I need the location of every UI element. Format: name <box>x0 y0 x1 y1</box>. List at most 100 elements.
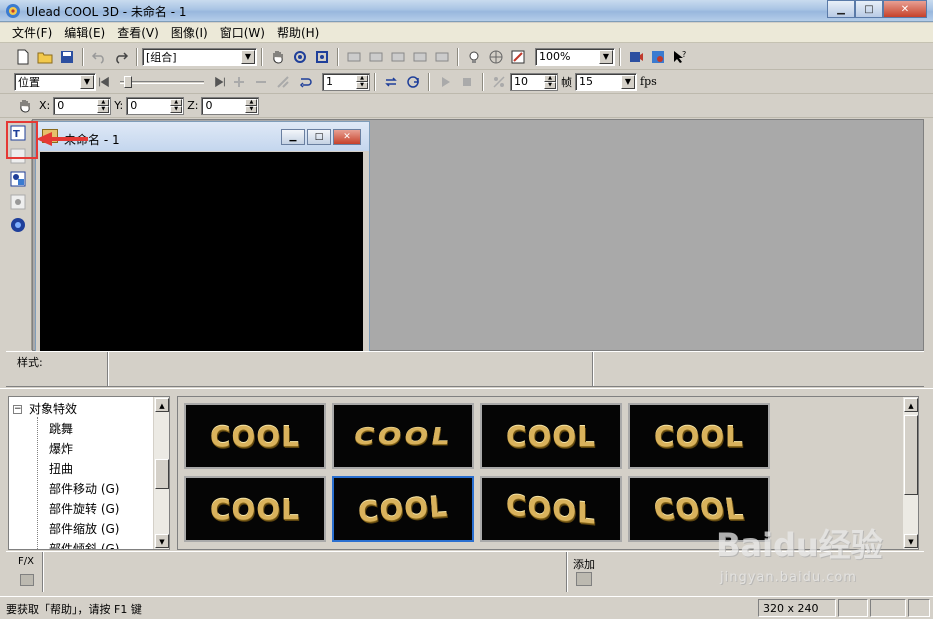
fps-label: fps <box>640 75 657 88</box>
lathe-object-icon[interactable] <box>8 215 28 235</box>
attribute-select[interactable]: 位置 ▼ <box>14 72 96 91</box>
smooth-motion-icon[interactable] <box>489 72 509 92</box>
geometry-edit-icon[interactable] <box>8 192 28 212</box>
tree-item[interactable]: 部件移动 (G) <box>49 480 119 497</box>
scroll-up-icon[interactable]: ▲ <box>155 398 169 412</box>
menu-view[interactable]: 查看(V) <box>111 24 165 41</box>
tree-item[interactable]: 部件缩放 (G) <box>49 520 119 537</box>
layer-icon-1[interactable] <box>344 47 364 67</box>
hand-icon[interactable] <box>268 47 288 67</box>
layer-icon-3[interactable] <box>388 47 408 67</box>
layer-icon-5[interactable] <box>432 47 452 67</box>
globe-icon[interactable] <box>486 47 506 67</box>
gallery-thumbnail[interactable]: COOL <box>332 403 474 469</box>
tree-item[interactable]: 扭曲 <box>49 460 73 477</box>
tree-item[interactable]: 部件旋转 (G) <box>49 500 119 517</box>
close-button[interactable]: ✕ <box>883 0 927 18</box>
tree-item[interactable]: 爆炸 <box>49 440 73 457</box>
pingpong-icon[interactable] <box>381 72 401 92</box>
layer-icon-4[interactable] <box>410 47 430 67</box>
menu-file[interactable]: 文件(F) <box>6 24 58 41</box>
gallery-scroll-thumb[interactable] <box>904 415 918 495</box>
play-icon[interactable] <box>435 72 455 92</box>
canvas-size: 320 x 240 <box>758 599 836 617</box>
x-input[interactable]: 0 ▲ ▼ <box>53 96 112 115</box>
undo-icon[interactable] <box>89 47 109 67</box>
scroll-down-icon[interactable]: ▼ <box>155 534 169 548</box>
svg-text:?: ? <box>682 50 686 59</box>
add-keyframe-icon[interactable] <box>229 72 249 92</box>
chevron-down-icon: ▼ <box>599 49 613 64</box>
fps-select[interactable]: 15 ▼ <box>575 72 637 91</box>
loop-icon[interactable] <box>295 72 315 92</box>
size-object-icon[interactable] <box>312 47 332 67</box>
menu-window[interactable]: 窗口(W) <box>214 24 271 41</box>
x-value: 0 <box>57 99 65 112</box>
open-folder-icon[interactable] <box>35 47 55 67</box>
maximize-button[interactable]: □ <box>855 0 883 18</box>
thumbnail-text: COOL <box>356 489 450 529</box>
zoom-select[interactable]: 100% ▼ <box>535 47 615 66</box>
z-input[interactable]: 0 ▲ ▼ <box>201 96 260 115</box>
doc-maximize-button[interactable]: □ <box>307 129 331 145</box>
watermark-brand: Baidu经验 <box>716 526 883 564</box>
export-icon[interactable] <box>648 47 668 67</box>
stop-icon[interactable] <box>457 72 477 92</box>
tree-scrollbar[interactable]: ▲ ▼ <box>153 397 169 549</box>
thumbnail-text: COOL <box>654 419 744 453</box>
thumbnail-text: COOL <box>506 487 596 531</box>
attribute-value: 位置 <box>18 75 40 89</box>
tree-scroll-thumb[interactable] <box>155 459 169 489</box>
menu-help[interactable]: 帮助(H) <box>271 24 325 41</box>
add-effect-icon[interactable] <box>576 572 592 586</box>
first-frame-icon[interactable] <box>97 72 111 92</box>
resize-grip-icon[interactable] <box>908 599 930 617</box>
thumbnail-text: COOL <box>351 422 455 450</box>
rotate-object-icon[interactable] <box>290 47 310 67</box>
frame-number-input[interactable]: 1 ▲ ▼ <box>322 72 370 91</box>
frames-count-input[interactable]: 10 ▲ ▼ <box>510 72 558 91</box>
tree-item[interactable]: 部件倾斜 (G) <box>49 540 119 549</box>
reverse-keyframe-icon[interactable] <box>273 72 293 92</box>
layer-icon-2[interactable] <box>366 47 386 67</box>
scroll-up-icon[interactable]: ▲ <box>904 398 918 412</box>
gallery-thumbnail[interactable]: COOL <box>628 403 770 469</box>
last-frame-icon[interactable] <box>213 72 227 92</box>
position-toolbar: X: 0 ▲ ▼ Y: 0 ▲ ▼ Z: 0 ▲ ▼ <box>0 94 933 118</box>
object-select-value: [组合] <box>146 50 177 64</box>
minimize-button[interactable]: ▁ <box>827 0 855 18</box>
fx-toggle-icon[interactable] <box>20 574 34 586</box>
render-canvas[interactable] <box>40 152 363 352</box>
repeat-icon[interactable] <box>403 72 423 92</box>
new-file-icon[interactable] <box>13 47 33 67</box>
doc-close-button[interactable]: ✕ <box>333 129 361 145</box>
tree-root[interactable]: 对象特效 <box>29 400 77 417</box>
gallery-thumbnail[interactable]: COOL <box>184 403 326 469</box>
frame-number-value: 1 <box>326 75 333 88</box>
help-pointer-icon[interactable]: ? <box>670 47 690 67</box>
hand-position-icon[interactable] <box>15 96 35 116</box>
title-bar: Ulead COOL 3D - 未命名 - 1 ▁ □ ✕ <box>0 0 933 22</box>
panel-splitter[interactable] <box>0 388 933 394</box>
gallery-thumbnail[interactable]: COOL <box>480 476 622 542</box>
gallery-thumbnail[interactable]: COOL <box>480 403 622 469</box>
remove-keyframe-icon[interactable] <box>251 72 271 92</box>
gallery-thumbnail[interactable]: COOL <box>184 476 326 542</box>
menu-image[interactable]: 图像(I) <box>165 24 214 41</box>
edit-image-icon[interactable] <box>508 47 528 67</box>
menu-edit[interactable]: 编辑(E) <box>58 24 111 41</box>
light-icon[interactable] <box>464 47 484 67</box>
video-icon[interactable] <box>626 47 646 67</box>
timeline-slider[interactable] <box>116 73 208 91</box>
save-icon[interactable] <box>57 47 77 67</box>
animation-toolbar: 位置 ▼ 1 ▲ ▼ 10 ▲ ▼ 帧 15 ▼ fps <box>0 70 933 94</box>
insert-geometry-icon[interactable] <box>8 169 28 189</box>
gallery-thumbnail-selected[interactable]: COOL <box>332 476 474 542</box>
tree-item[interactable]: 跳舞 <box>49 420 73 437</box>
redo-icon[interactable] <box>111 47 131 67</box>
object-select[interactable]: [组合] ▼ <box>142 47 257 66</box>
timeline-thumb[interactable] <box>124 75 132 88</box>
doc-minimize-button[interactable]: ▁ <box>281 129 305 145</box>
y-input[interactable]: 0 ▲ ▼ <box>126 96 185 115</box>
collapse-icon[interactable]: − <box>13 405 22 414</box>
